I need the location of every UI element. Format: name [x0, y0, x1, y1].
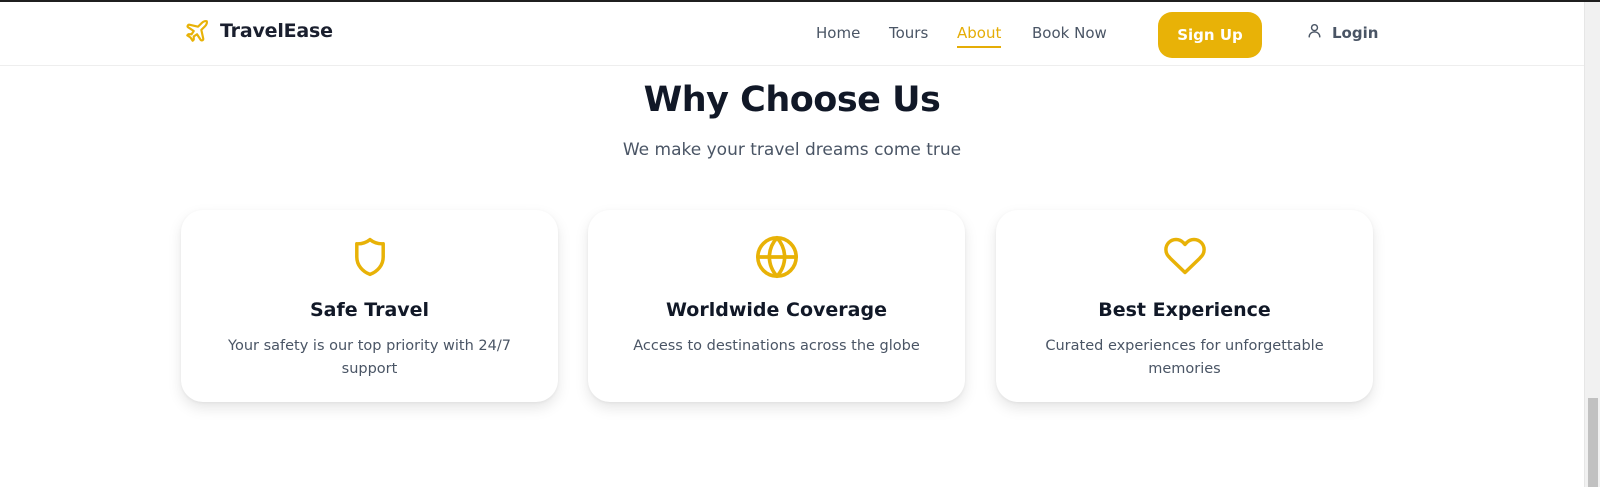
nav-link-tours[interactable]: Tours	[889, 24, 928, 42]
nav-link-book-now[interactable]: Book Now	[1032, 24, 1107, 42]
navbar: TravelEase Home Tours About Book Now Sig…	[0, 2, 1584, 66]
vertical-scrollbar[interactable]	[1584, 2, 1600, 487]
scrollbar-thumb[interactable]	[1588, 398, 1598, 487]
card-title: Safe Travel	[309, 299, 430, 321]
feature-card-worldwide-coverage: Worldwide Coverage Access to destination…	[588, 210, 965, 402]
feature-card-safe-travel: Safe Travel Your safety is our top prior…	[181, 210, 558, 402]
heart-icon	[1162, 234, 1208, 283]
login-label: Login	[1332, 23, 1379, 42]
user-icon	[1306, 22, 1323, 43]
login-button[interactable]: Login	[1306, 22, 1378, 43]
section-title: Why Choose Us	[643, 80, 941, 120]
shield-icon	[348, 234, 392, 285]
nav-link-home[interactable]: Home	[816, 24, 860, 42]
section-subtitle: We make your travel dreams come true	[622, 140, 962, 160]
page-viewport: TravelEase Home Tours About Book Now Sig…	[0, 2, 1584, 487]
card-description: Curated experiences for unforgettable me…	[1045, 338, 1324, 377]
nav-link-about[interactable]: About	[957, 24, 1002, 48]
card-title: Best Experience	[1098, 299, 1271, 321]
card-description: Access to destinations across the globe	[633, 338, 920, 354]
sign-up-button[interactable]: Sign Up	[1158, 12, 1262, 58]
feature-card-best-experience: Best Experience Curated experiences for …	[996, 210, 1373, 402]
card-title: Worldwide Coverage	[666, 299, 887, 321]
card-description: Your safety is our top priority with 24/…	[228, 338, 511, 377]
globe-icon	[754, 234, 800, 285]
